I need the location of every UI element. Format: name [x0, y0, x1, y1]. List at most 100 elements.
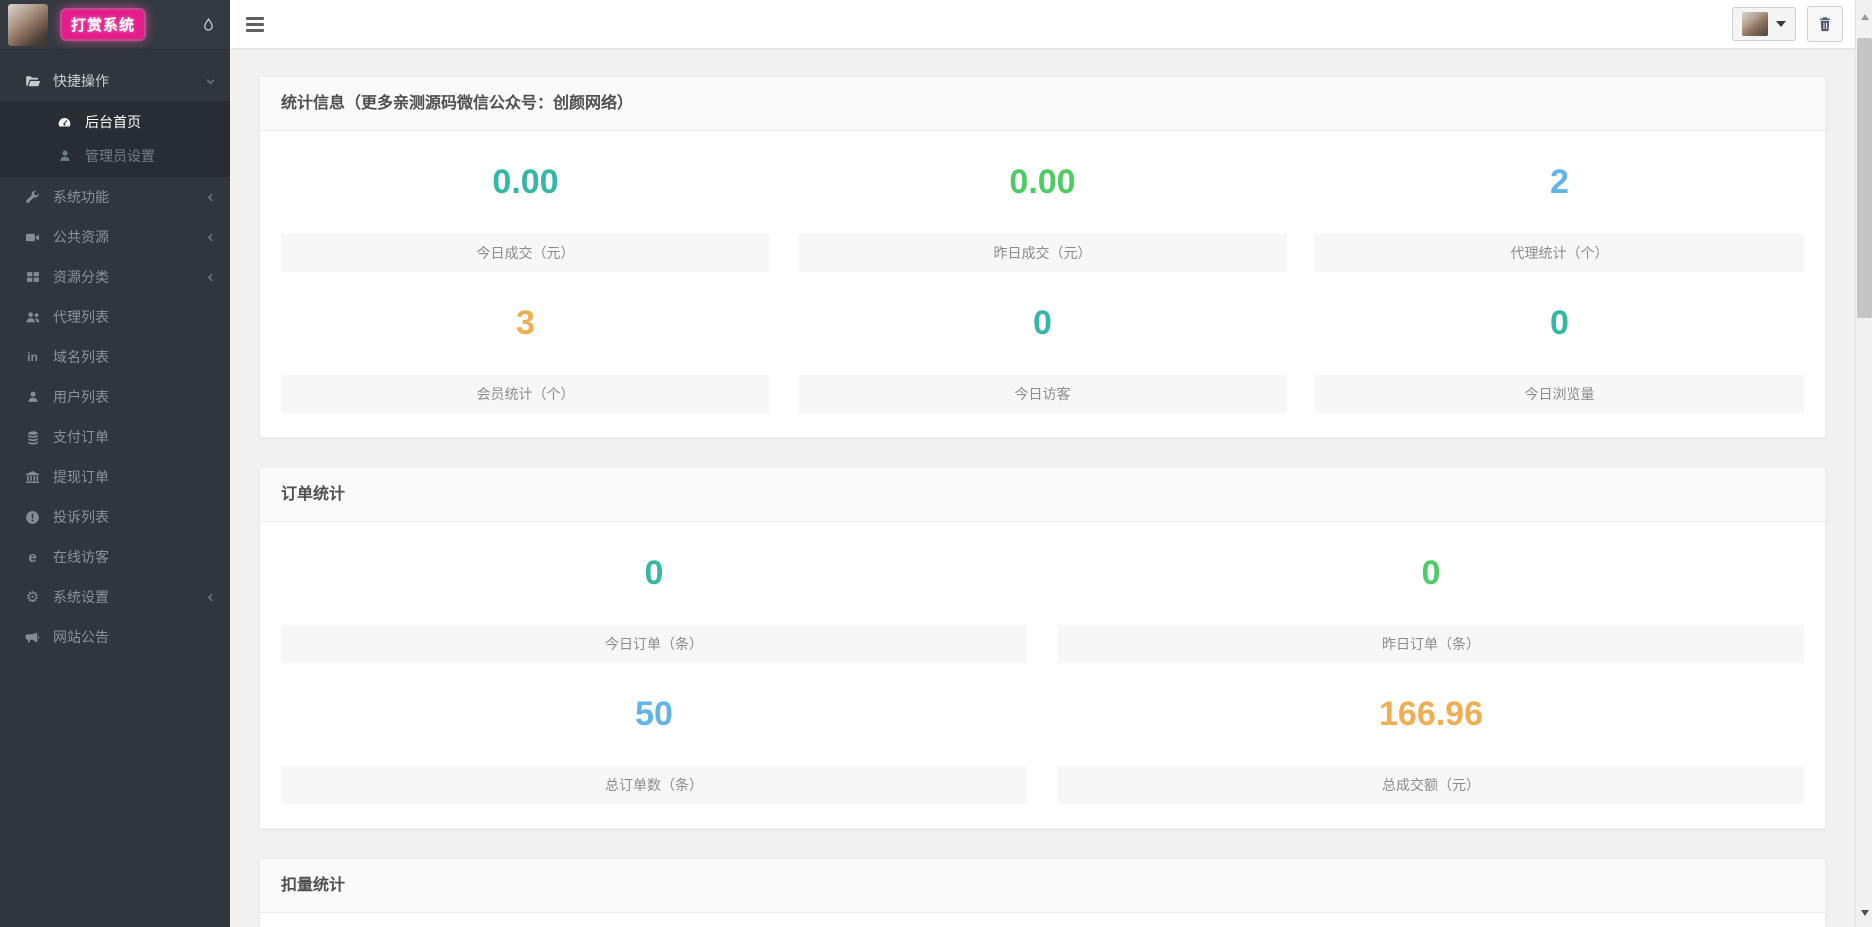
menu-toggle-button[interactable]	[246, 9, 276, 39]
gear-icon: ⚙	[24, 590, 41, 605]
linkedin-icon: in	[24, 350, 41, 364]
stat-value: 0	[1315, 272, 1804, 375]
sidebar-item-online-visitors[interactable]: e 在线访客	[0, 537, 230, 577]
chevron-left-icon	[205, 192, 216, 203]
stat-yesterday-turnover: 0.00 昨日成交（元）	[798, 131, 1287, 272]
chevron-down-icon	[205, 76, 216, 87]
card-title: 扣量统计	[260, 859, 1825, 913]
droplet-icon[interactable]	[201, 17, 216, 33]
brand-logo: 打赏系统	[62, 10, 144, 39]
sidebar-item-payment-orders[interactable]: 支付订单	[0, 417, 230, 457]
caret-down-icon	[1776, 21, 1786, 27]
sidebar-item-dashboard-home[interactable]: 后台首页	[0, 105, 230, 139]
stat-label: 会员统计（个）	[281, 375, 770, 413]
dashboard-icon	[56, 115, 73, 130]
scrollbar-thumb[interactable]	[1857, 38, 1872, 318]
stat-total-turnover: 166.96 总成交额（元）	[1058, 663, 1804, 804]
sidebar-item-label: 系统设置	[53, 587, 109, 607]
stat-label: 昨日订单（条）	[1058, 625, 1804, 663]
window-scrollbar[interactable]	[1855, 0, 1872, 927]
user-menu-button[interactable]	[1732, 7, 1796, 41]
stat-value: 50	[281, 663, 1027, 766]
video-camera-icon	[24, 230, 41, 245]
sidebar-item-system-settings[interactable]: ⚙ 系统设置	[0, 577, 230, 617]
card-title: 订单统计	[260, 468, 1825, 522]
order-statistics-card: 订单统计 0 今日订单（条） 0 昨日订单（条） 50 总订单数（条） 166.…	[259, 467, 1826, 829]
stat-label: 代理统计（个）	[1315, 234, 1804, 272]
deduction-statistics-card: 扣量统计	[259, 858, 1826, 927]
stat-label: 总订单数（条）	[281, 766, 1027, 804]
sidebar-item-label: 在线访客	[53, 547, 109, 567]
sidebar-item-admin-settings[interactable]: 管理员设置	[0, 139, 230, 173]
sidebar-item-system-functions[interactable]: 系统功能	[0, 177, 230, 217]
avatar[interactable]	[8, 4, 48, 46]
sidebar-item-label: 系统功能	[53, 187, 109, 207]
sidebar-item-public-resources[interactable]: 公共资源	[0, 217, 230, 257]
scroll-up-arrow[interactable]	[1856, 8, 1872, 25]
sidebar-item-user-list[interactable]: 用户列表	[0, 377, 230, 417]
megaphone-icon	[24, 630, 41, 645]
user-icon	[56, 149, 73, 163]
clear-cache-button[interactable]	[1807, 6, 1843, 42]
sidebar-nav: 快捷操作 后台首页 管理员设置 系统功能	[0, 50, 230, 657]
sidebar-item-label: 管理员设置	[85, 146, 155, 166]
edge-browser-icon: e	[24, 549, 41, 566]
stat-agent-count: 2 代理统计（个）	[1315, 131, 1804, 272]
sidebar-item-resource-categories[interactable]: 资源分类	[0, 257, 230, 297]
user-icon	[24, 390, 41, 404]
users-icon	[24, 310, 41, 325]
sidebar-item-label: 公共资源	[53, 227, 109, 247]
avatar	[1742, 12, 1768, 36]
sidebar: 打赏系统 快捷操作 后台首页	[0, 0, 230, 927]
stat-value: 2	[1315, 131, 1804, 234]
stat-label: 今日订单（条）	[281, 625, 1027, 663]
bank-icon	[24, 470, 41, 485]
stat-label: 昨日成交（元）	[798, 234, 1287, 272]
stat-value: 3	[281, 272, 770, 375]
main-area: 统计信息（更多亲测源码微信公众号：创颜网络） 0.00 今日成交（元） 0.00…	[230, 0, 1855, 927]
stat-value: 0.00	[798, 131, 1287, 234]
stat-today-visitors: 0 今日访客	[798, 272, 1287, 413]
stat-value: 0	[281, 522, 1027, 625]
stat-today-pageviews: 0 今日浏览量	[1315, 272, 1804, 413]
stat-label: 今日成交（元）	[281, 234, 770, 272]
exclamation-circle-icon	[24, 510, 41, 525]
sidebar-item-label: 用户列表	[53, 387, 109, 407]
sidebar-item-withdrawal-orders[interactable]: 提现订单	[0, 457, 230, 497]
stat-today-orders: 0 今日订单（条）	[281, 522, 1027, 663]
stat-label: 今日浏览量	[1315, 375, 1804, 413]
sidebar-item-quick-actions[interactable]: 快捷操作	[0, 61, 230, 101]
sidebar-header: 打赏系统	[0, 0, 230, 50]
folder-open-icon	[24, 73, 41, 89]
sidebar-submenu: 后台首页 管理员设置	[0, 101, 230, 177]
sidebar-item-label: 快捷操作	[53, 71, 109, 91]
database-icon	[24, 430, 41, 445]
chevron-left-icon	[205, 272, 216, 283]
sidebar-item-label: 域名列表	[53, 347, 109, 367]
stat-member-count: 3 会员统计（个）	[281, 272, 770, 413]
stat-today-turnover: 0.00 今日成交（元）	[281, 131, 770, 272]
content-scroll-area: 统计信息（更多亲测源码微信公众号：创颜网络） 0.00 今日成交（元） 0.00…	[230, 48, 1855, 927]
sidebar-item-label: 后台首页	[85, 112, 141, 132]
sidebar-item-agent-list[interactable]: 代理列表	[0, 297, 230, 337]
topbar	[230, 0, 1855, 48]
sidebar-item-label: 投诉列表	[53, 507, 109, 527]
stat-label: 今日访客	[798, 375, 1287, 413]
stat-value: 166.96	[1058, 663, 1804, 766]
chevron-left-icon	[205, 232, 216, 243]
stat-total-orders: 50 总订单数（条）	[281, 663, 1027, 804]
chevron-left-icon	[205, 592, 216, 603]
stat-value: 0	[1058, 522, 1804, 625]
sidebar-item-complaint-list[interactable]: 投诉列表	[0, 497, 230, 537]
stat-value: 0.00	[281, 131, 770, 234]
scroll-down-arrow[interactable]	[1856, 904, 1872, 921]
sidebar-item-label: 提现订单	[53, 467, 109, 487]
wrench-icon	[24, 190, 41, 205]
grid-icon	[24, 270, 41, 284]
sidebar-item-domain-list[interactable]: in 域名列表	[0, 337, 230, 377]
stat-value: 0	[798, 272, 1287, 375]
stat-yesterday-orders: 0 昨日订单（条）	[1058, 522, 1804, 663]
sidebar-item-label: 支付订单	[53, 427, 109, 447]
statistics-info-card: 统计信息（更多亲测源码微信公众号：创颜网络） 0.00 今日成交（元） 0.00…	[259, 76, 1826, 438]
sidebar-item-site-announcements[interactable]: 网站公告	[0, 617, 230, 657]
